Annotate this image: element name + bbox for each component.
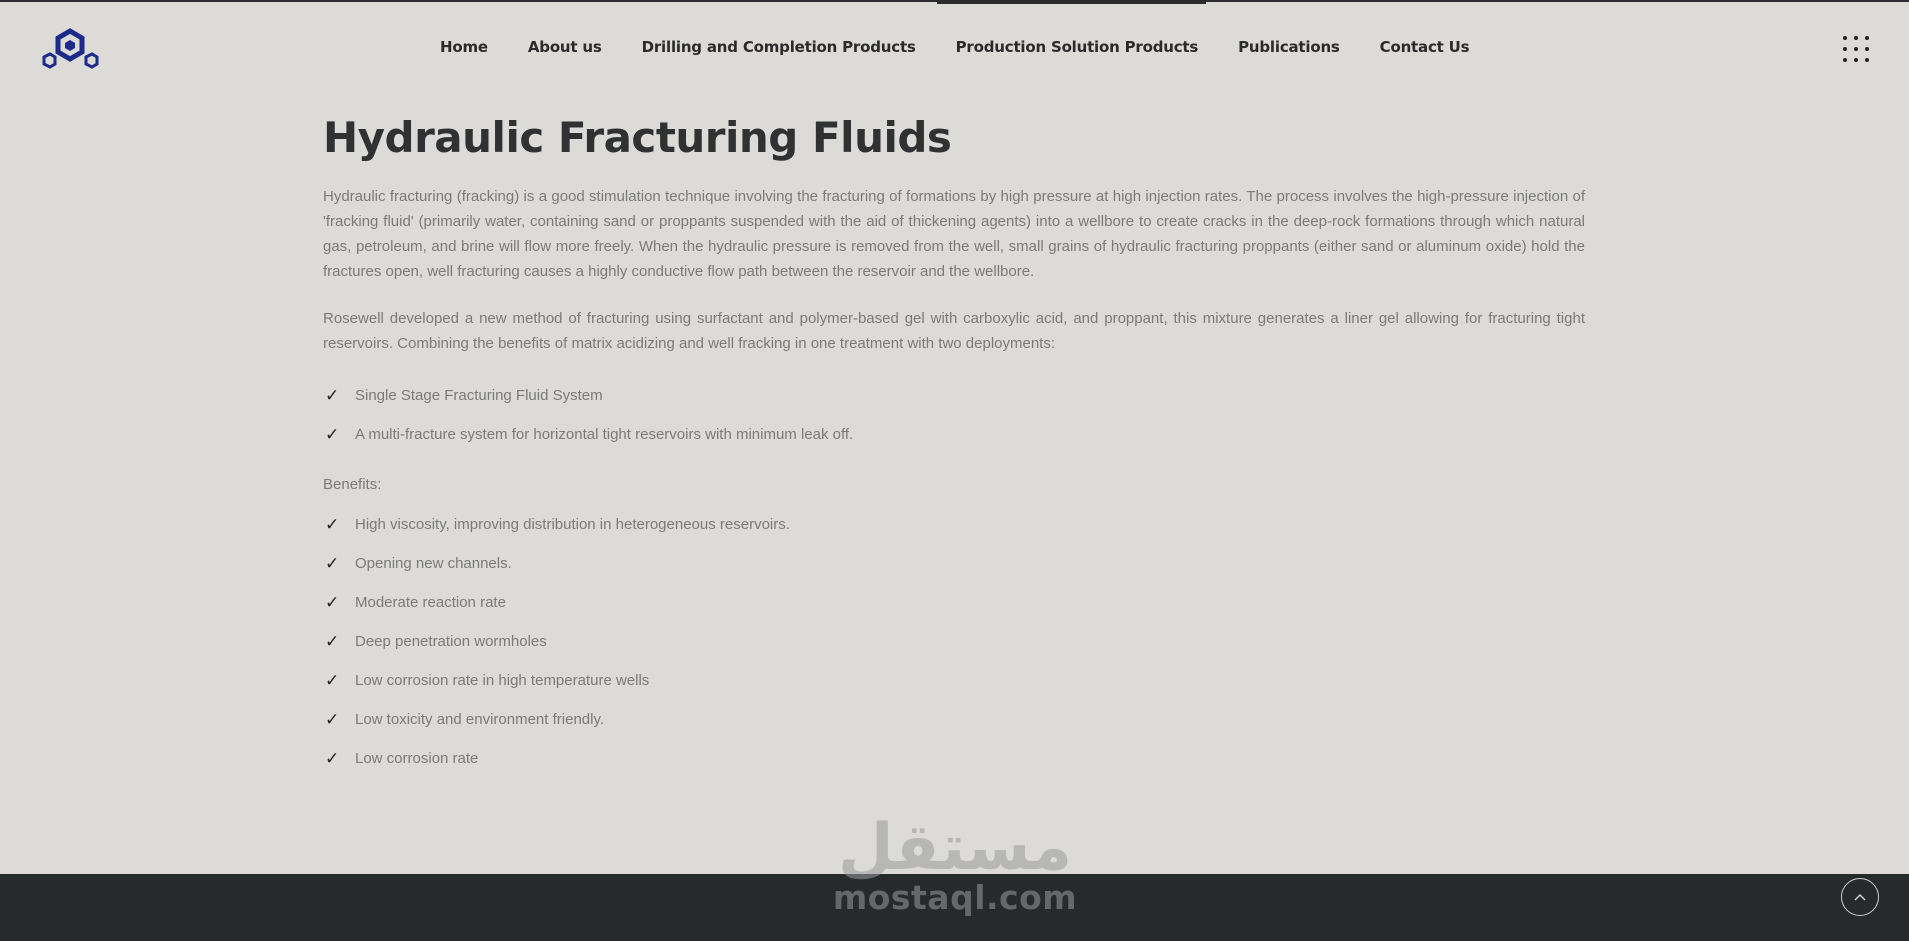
checkmark-icon: ✓ (325, 385, 340, 406)
nav-publications[interactable]: Publications (1238, 38, 1340, 56)
list-item-text: Opening new channels. (355, 555, 512, 572)
site-header: Home About us Drilling and Completion Pr… (0, 0, 1909, 100)
list-item: ✓ Low toxicity and environment friendly. (323, 700, 1585, 739)
checkmark-icon: ✓ (325, 424, 340, 445)
logo-icon (42, 28, 99, 69)
article-content: Hydraulic Fracturing Fluids Hydraulic fr… (323, 110, 1585, 778)
list-item: ✓ Moderate reaction rate (323, 583, 1585, 622)
list-item: ✓ A multi-fracture system for horizontal… (323, 415, 1585, 454)
checkmark-icon: ✓ (325, 592, 340, 613)
list-item-text: High viscosity, improving distribution i… (355, 516, 790, 533)
page-title: Hydraulic Fracturing Fluids (323, 113, 952, 162)
grid-dots-icon[interactable] (1843, 36, 1869, 62)
list-item: ✓ High viscosity, improving distribution… (323, 505, 1585, 544)
list-item-text: A multi-fracture system for horizontal t… (355, 426, 854, 443)
checkmark-icon: ✓ (325, 631, 340, 652)
hexagon-logo[interactable] (38, 28, 102, 72)
list-item-text: Moderate reaction rate (355, 594, 506, 611)
site-footer (0, 874, 1909, 941)
list-item: ✓ Deep penetration wormholes (323, 622, 1585, 661)
scroll-to-top-button[interactable] (1841, 878, 1879, 916)
checkmark-icon: ✓ (325, 553, 340, 574)
list-item-text: Deep penetration wormholes (355, 633, 547, 650)
deployments-list: ✓ Single Stage Fracturing Fluid System ✓… (323, 376, 1585, 454)
nav-home[interactable]: Home (440, 38, 488, 56)
chevron-up-icon (1854, 894, 1866, 901)
watermark-arabic: مستقل (837, 811, 1073, 885)
nav-about-us[interactable]: About us (528, 38, 602, 56)
checkmark-icon: ✓ (325, 670, 340, 691)
method-paragraph: Rosewell developed a new method of fract… (323, 310, 1585, 352)
list-item-text: Low toxicity and environment friendly. (355, 711, 605, 728)
checkmark-icon: ✓ (325, 709, 340, 730)
nav-contact-us[interactable]: Contact Us (1380, 38, 1470, 56)
checkmark-icon: ✓ (325, 748, 340, 769)
list-item-text: Low corrosion rate in high temperature w… (355, 672, 650, 689)
benefits-list: ✓ High viscosity, improving distribution… (323, 505, 1585, 778)
nav-production-solution-products[interactable]: Production Solution Products (956, 38, 1199, 56)
list-item: ✓ Low corrosion rate in high temperature… (323, 661, 1585, 700)
intro-paragraph: Hydraulic fracturing (fracking) is a goo… (323, 188, 1585, 280)
list-item-text: Single Stage Fracturing Fluid System (355, 387, 603, 404)
nav-drilling-completion-products[interactable]: Drilling and Completion Products (642, 38, 916, 56)
list-item-text: Low corrosion rate (355, 750, 479, 767)
benefits-label: Benefits: (323, 476, 382, 493)
checkmark-icon: ✓ (325, 514, 340, 535)
list-item: ✓ Low corrosion rate (323, 739, 1585, 778)
main-nav: Home About us Drilling and Completion Pr… (440, 38, 1470, 56)
list-item: ✓ Opening new channels. (323, 544, 1585, 583)
list-item: ✓ Single Stage Fracturing Fluid System (323, 376, 1585, 415)
